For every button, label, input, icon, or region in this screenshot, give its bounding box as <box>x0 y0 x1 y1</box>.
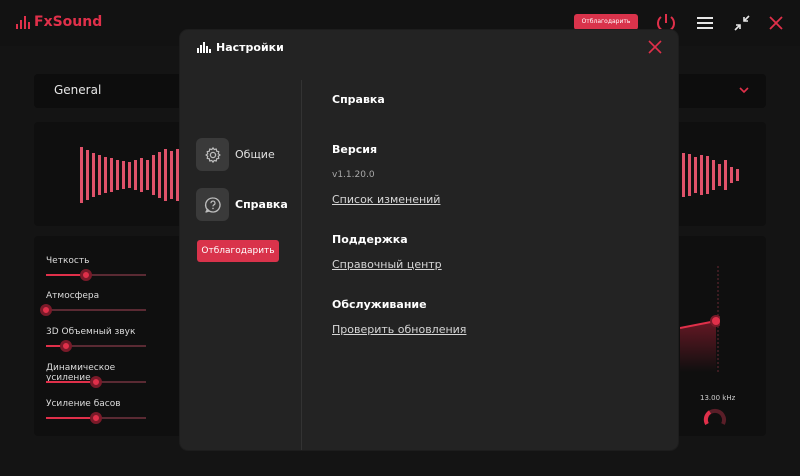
nav-icon-box <box>196 188 229 221</box>
version-heading: Версия <box>332 143 378 156</box>
effect-dynamic-boost: Динамическое усиление <box>46 363 156 388</box>
settings-dialog: Настройки Общие Справка Отблагодарить Сп… <box>180 30 678 450</box>
effect-label: Атмосфера <box>46 291 100 301</box>
app-logo: FxSound <box>16 14 102 30</box>
slider-fill <box>46 381 96 383</box>
minimize-view-icon[interactable] <box>731 12 753 34</box>
chevron-down-icon <box>739 87 749 94</box>
dialog-title: Настройки <box>216 41 284 54</box>
thanks-button[interactable]: Отблагодарить <box>197 240 279 262</box>
dialog-header: Настройки <box>180 30 678 68</box>
maintenance-heading: Обслуживание <box>332 298 427 311</box>
surround-slider-knob[interactable] <box>60 340 72 352</box>
help-center-link[interactable]: Справочный центр <box>332 258 442 271</box>
nav-icon-box <box>196 138 229 171</box>
changelog-link[interactable]: Список изменений <box>332 193 440 206</box>
top-thanks-button[interactable]: Отблагодарить <box>574 14 638 30</box>
nav-item-general[interactable]: Общие <box>196 138 275 171</box>
nav-item-help[interactable]: Справка <box>196 188 288 221</box>
clarity-slider-knob[interactable] <box>80 269 92 281</box>
effect-clarity: Четкость <box>46 256 156 281</box>
effect-ambience: Атмосфера <box>40 291 156 316</box>
settings-logo-icon <box>197 42 211 53</box>
version-value: v1.1.20.0 <box>332 170 375 180</box>
effect-label: 3D Объемный звук <box>46 327 136 337</box>
eq-handle[interactable] <box>710 315 720 327</box>
check-updates-link[interactable]: Проверить обновления <box>332 323 466 336</box>
eq-curve <box>680 266 720 372</box>
effect-label: Четкость <box>46 256 90 266</box>
help-icon <box>204 196 221 213</box>
slider-track <box>46 309 146 311</box>
ambience-slider-knob[interactable] <box>40 304 52 316</box>
effect-label: Усиление басов <box>46 399 121 409</box>
logo-bars-icon <box>16 15 30 29</box>
bass-dial-icon[interactable] <box>702 406 728 432</box>
dialog-divider <box>301 80 302 450</box>
help-heading: Справка <box>332 93 385 106</box>
nav-label-general: Общие <box>235 148 275 161</box>
gear-icon <box>204 146 221 163</box>
support-heading: Поддержка <box>332 233 408 246</box>
visualizer-bars-right <box>682 145 739 205</box>
bass-boost-slider-knob[interactable] <box>90 412 102 424</box>
preset-label: General <box>54 83 102 97</box>
effect-surround: 3D Объемный звук <box>46 327 156 352</box>
dynamic-boost-slider-knob[interactable] <box>90 376 102 388</box>
app-name: FxSound <box>34 14 103 30</box>
eq-frequency-label: 13.00 kHz <box>700 394 736 402</box>
slider-fill <box>46 417 96 419</box>
nav-label-help: Справка <box>235 198 288 211</box>
close-app-icon[interactable] <box>765 12 787 34</box>
menu-icon[interactable] <box>694 12 716 34</box>
close-icon[interactable] <box>647 39 663 55</box>
effect-bass-boost: Усиление басов <box>46 399 156 424</box>
